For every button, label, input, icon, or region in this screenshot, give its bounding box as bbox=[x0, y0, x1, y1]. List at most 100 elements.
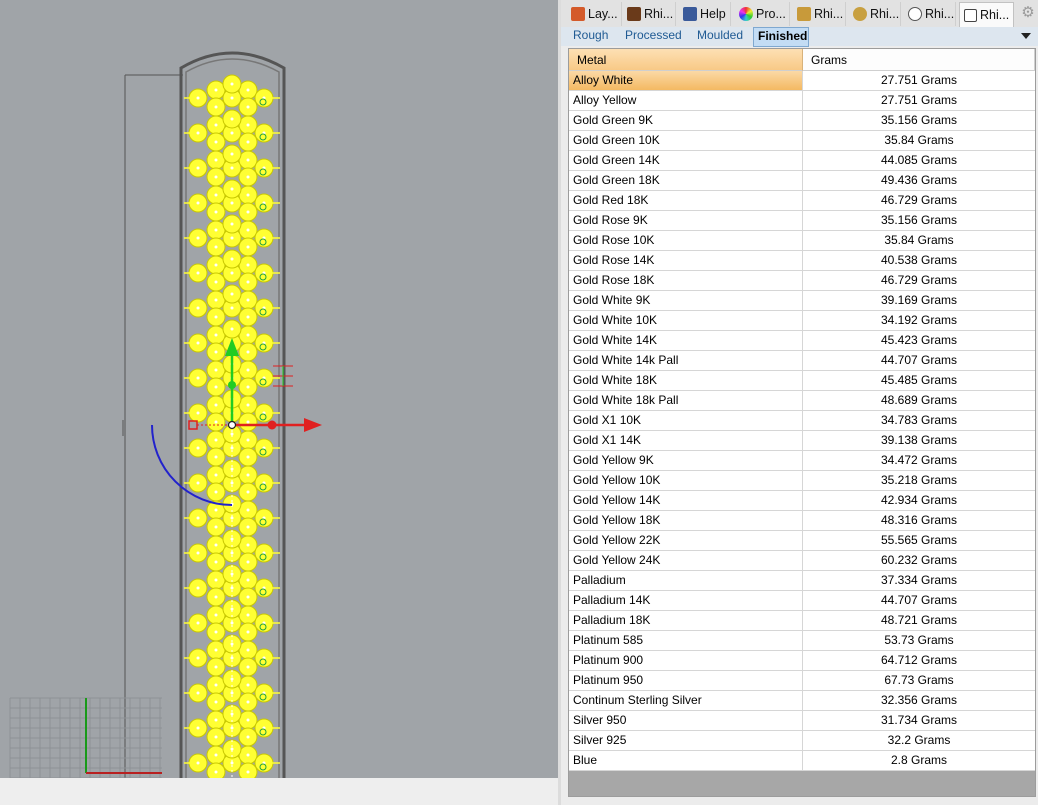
table-row[interactable]: Gold White 14K 45.423 Grams bbox=[569, 331, 1035, 351]
table-row[interactable]: Gold White 14k Pall 44.707 Grams bbox=[569, 351, 1035, 371]
grams-cell[interactable]: 46.729 Grams bbox=[803, 191, 1035, 211]
metal-cell[interactable]: Gold Green 18K bbox=[569, 171, 803, 191]
metal-cell[interactable]: Gold Yellow 18K bbox=[569, 511, 803, 531]
metal-cell[interactable]: Gold White 18K bbox=[569, 371, 803, 391]
table-row[interactable]: Gold White 10K 34.192 Grams bbox=[569, 311, 1035, 331]
subtab-finished[interactable]: Finished bbox=[753, 27, 809, 47]
table-row[interactable]: Gold Yellow 18K 48.316 Grams bbox=[569, 511, 1035, 531]
table-row[interactable]: Gold Rose 14K 40.538 Grams bbox=[569, 251, 1035, 271]
table-row[interactable]: Platinum 950 67.73 Grams bbox=[569, 671, 1035, 691]
table-row[interactable]: Gold Green 14K 44.085 Grams bbox=[569, 151, 1035, 171]
metal-cell[interactable]: Silver 950 bbox=[569, 711, 803, 731]
grams-cell[interactable]: 34.192 Grams bbox=[803, 311, 1035, 331]
table-row[interactable]: Gold X1 14K 39.138 Grams bbox=[569, 431, 1035, 451]
model-viewport[interactable] bbox=[0, 0, 560, 778]
column-header-metal[interactable]: Metal bbox=[569, 49, 803, 71]
metal-cell[interactable]: Gold White 14K bbox=[569, 331, 803, 351]
table-row[interactable]: Gold Yellow 22K 55.565 Grams bbox=[569, 531, 1035, 551]
grams-cell[interactable]: 35.156 Grams bbox=[803, 111, 1035, 131]
table-row[interactable]: Gold Yellow 10K 35.218 Grams bbox=[569, 471, 1035, 491]
table-row[interactable]: Gold Yellow 9K 34.472 Grams bbox=[569, 451, 1035, 471]
tab-layers[interactable]: Lay... bbox=[567, 2, 622, 26]
tab-plugin-d[interactable]: Rhi... bbox=[959, 2, 1014, 27]
table-row[interactable]: Palladium 18K 48.721 Grams bbox=[569, 611, 1035, 631]
grams-cell[interactable]: 46.729 Grams bbox=[803, 271, 1035, 291]
table-row[interactable]: Gold White 9K 39.169 Grams bbox=[569, 291, 1035, 311]
metal-cell[interactable]: Gold Yellow 24K bbox=[569, 551, 803, 571]
grams-cell[interactable]: 44.707 Grams bbox=[803, 351, 1035, 371]
grams-cell[interactable]: 48.316 Grams bbox=[803, 511, 1035, 531]
grams-cell[interactable]: 45.485 Grams bbox=[803, 371, 1035, 391]
table-row[interactable]: Alloy Yellow 27.751 Grams bbox=[569, 91, 1035, 111]
metal-cell[interactable]: Blue bbox=[569, 751, 803, 771]
metal-cell[interactable]: Alloy Yellow bbox=[569, 91, 803, 111]
gear-icon[interactable]: ⚙ bbox=[1020, 5, 1036, 21]
metal-cell[interactable]: Platinum 585 bbox=[569, 631, 803, 651]
table-row[interactable]: Silver 925 32.2 Grams bbox=[569, 731, 1035, 751]
grams-cell[interactable]: 40.538 Grams bbox=[803, 251, 1035, 271]
table-row[interactable]: Blue 2.8 Grams bbox=[569, 751, 1035, 771]
grams-cell[interactable]: 32.356 Grams bbox=[803, 691, 1035, 711]
grams-cell[interactable]: 27.751 Grams bbox=[803, 91, 1035, 111]
subtab-processed[interactable]: Processed bbox=[621, 27, 686, 46]
grams-cell[interactable]: 48.721 Grams bbox=[803, 611, 1035, 631]
grams-cell[interactable]: 39.169 Grams bbox=[803, 291, 1035, 311]
grams-cell[interactable]: 35.84 Grams bbox=[803, 131, 1035, 151]
grams-cell[interactable]: 2.8 Grams bbox=[803, 751, 1035, 771]
metal-cell[interactable]: Gold X1 10K bbox=[569, 411, 803, 431]
table-row[interactable]: Gold Rose 9K 35.156 Grams bbox=[569, 211, 1035, 231]
grams-cell[interactable]: 35.84 Grams bbox=[803, 231, 1035, 251]
grams-cell[interactable]: 67.73 Grams bbox=[803, 671, 1035, 691]
metal-cell[interactable]: Gold White 18k Pall bbox=[569, 391, 803, 411]
grams-cell[interactable]: 39.138 Grams bbox=[803, 431, 1035, 451]
table-row[interactable]: Gold Yellow 14K 42.934 Grams bbox=[569, 491, 1035, 511]
metal-cell[interactable]: Palladium bbox=[569, 571, 803, 591]
tab-properties[interactable]: Pro... bbox=[735, 2, 790, 26]
metal-cell[interactable]: Platinum 950 bbox=[569, 671, 803, 691]
metal-cell[interactable]: Continum Sterling Silver bbox=[569, 691, 803, 711]
grams-cell[interactable]: 34.783 Grams bbox=[803, 411, 1035, 431]
metal-cell[interactable]: Gold Yellow 14K bbox=[569, 491, 803, 511]
table-row[interactable]: Gold Green 18K 49.436 Grams bbox=[569, 171, 1035, 191]
grams-cell[interactable]: 44.085 Grams bbox=[803, 151, 1035, 171]
metal-cell[interactable]: Gold Rose 14K bbox=[569, 251, 803, 271]
tab-plugin-b[interactable]: Rhi... bbox=[849, 2, 901, 26]
grams-cell[interactable]: 44.707 Grams bbox=[803, 591, 1035, 611]
subtab-moulded[interactable]: Moulded bbox=[693, 27, 747, 46]
column-header-grams[interactable]: Grams bbox=[803, 49, 1035, 71]
table-row[interactable]: Gold X1 10K 34.783 Grams bbox=[569, 411, 1035, 431]
metal-cell[interactable]: Palladium 14K bbox=[569, 591, 803, 611]
metal-cell[interactable]: Gold X1 14K bbox=[569, 431, 803, 451]
table-row[interactable]: Gold Yellow 24K 60.232 Grams bbox=[569, 551, 1035, 571]
metal-cell[interactable]: Gold White 9K bbox=[569, 291, 803, 311]
table-row[interactable]: Continum Sterling Silver 32.356 Grams bbox=[569, 691, 1035, 711]
table-row[interactable]: Gold Rose 18K 46.729 Grams bbox=[569, 271, 1035, 291]
metal-cell[interactable]: Platinum 900 bbox=[569, 651, 803, 671]
subtab-rough[interactable]: Rough bbox=[569, 27, 612, 46]
grams-cell[interactable]: 27.751 Grams bbox=[803, 71, 1035, 91]
grams-cell[interactable]: 45.423 Grams bbox=[803, 331, 1035, 351]
metal-cell[interactable]: Gold Green 14K bbox=[569, 151, 803, 171]
table-row[interactable]: Platinum 900 64.712 Grams bbox=[569, 651, 1035, 671]
grams-cell[interactable]: 34.472 Grams bbox=[803, 451, 1035, 471]
metal-cell[interactable]: Gold Green 10K bbox=[569, 131, 803, 151]
grams-cell[interactable]: 32.2 Grams bbox=[803, 731, 1035, 751]
grams-cell[interactable]: 53.73 Grams bbox=[803, 631, 1035, 651]
viewport-canvas[interactable] bbox=[0, 0, 560, 778]
grams-cell[interactable]: 49.436 Grams bbox=[803, 171, 1035, 191]
metal-cell[interactable]: Gold Yellow 22K bbox=[569, 531, 803, 551]
metal-cell[interactable]: Gold Yellow 9K bbox=[569, 451, 803, 471]
grams-cell[interactable]: 31.734 Grams bbox=[803, 711, 1035, 731]
table-row[interactable]: Palladium 37.334 Grams bbox=[569, 571, 1035, 591]
grams-cell[interactable]: 35.156 Grams bbox=[803, 211, 1035, 231]
tab-plugin-c[interactable]: Rhi... bbox=[904, 2, 956, 26]
grams-cell[interactable]: 60.232 Grams bbox=[803, 551, 1035, 571]
metal-cell[interactable]: Palladium 18K bbox=[569, 611, 803, 631]
grams-cell[interactable]: 55.565 Grams bbox=[803, 531, 1035, 551]
tab-rg-plugin[interactable]: Rhi... bbox=[623, 2, 676, 26]
chevron-down-icon[interactable] bbox=[1021, 33, 1031, 39]
table-row[interactable]: Silver 950 31.734 Grams bbox=[569, 711, 1035, 731]
metal-cell[interactable]: Gold Yellow 10K bbox=[569, 471, 803, 491]
grams-cell[interactable]: 37.334 Grams bbox=[803, 571, 1035, 591]
table-row[interactable]: Gold Red 18K 46.729 Grams bbox=[569, 191, 1035, 211]
